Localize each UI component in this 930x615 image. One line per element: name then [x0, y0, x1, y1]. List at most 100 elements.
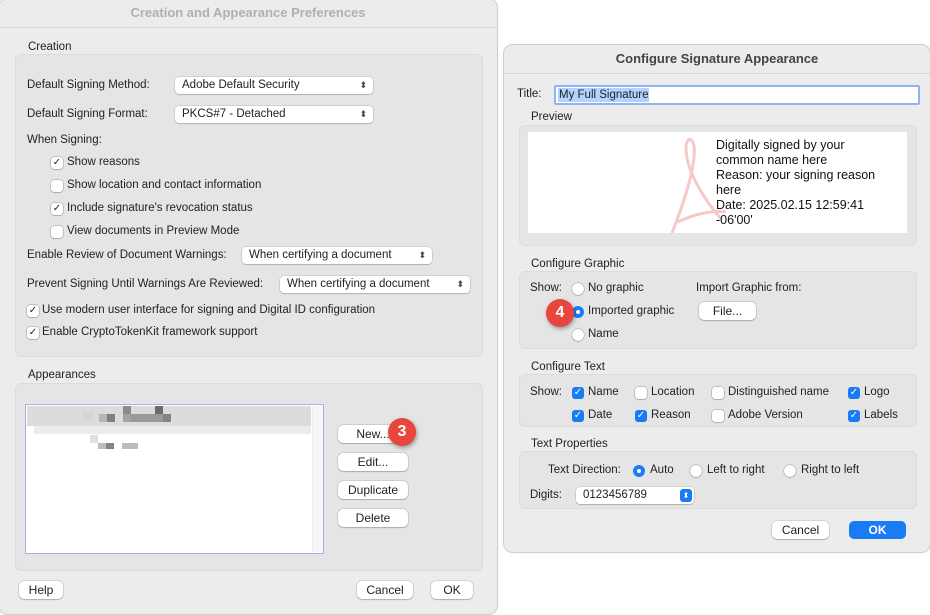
ok-button[interactable]: OK — [431, 581, 473, 599]
redacted-text — [90, 435, 98, 443]
preview-text: Digitally signed by your common name her… — [716, 138, 875, 228]
window-title: Configure Signature Appearance — [504, 45, 930, 74]
direction-ltr-radio[interactable] — [690, 465, 702, 477]
show-reasons-checkbox[interactable]: ✓ — [51, 157, 63, 169]
prevent-signing-select[interactable]: When certifying a document ⬍ — [280, 276, 470, 293]
preview-line: Reason: your signing reason — [716, 168, 876, 182]
enable-review-select[interactable]: When certifying a document ⬍ — [242, 247, 432, 264]
reason-checkbox[interactable]: ✓ — [635, 410, 647, 422]
help-button[interactable]: Help — [19, 581, 63, 599]
file-button[interactable]: File... — [699, 302, 756, 320]
redacted-text — [123, 414, 131, 422]
prevent-signing-value: When certifying a document — [287, 278, 430, 290]
title-input[interactable]: My Full Signature — [554, 85, 920, 105]
redacted-text — [107, 414, 115, 422]
step-badge-3: 3 — [388, 418, 416, 446]
distinguished-name-checkbox[interactable] — [712, 387, 724, 399]
adobe-version-checkbox-label: Adobe Version — [728, 409, 803, 421]
preview-line: here — [716, 183, 742, 197]
location-checkbox-label: Location — [651, 386, 695, 398]
ok-button[interactable]: OK — [849, 521, 906, 539]
title-input-value: My Full Signature — [558, 88, 650, 102]
default-signing-format-select[interactable]: PKCS#7 - Detached ⬍ — [175, 106, 373, 123]
when-signing-label: When Signing: — [27, 134, 102, 146]
direction-auto-label: Auto — [650, 464, 674, 476]
date-checkbox-label: Date — [588, 409, 613, 421]
window-title: Creation and Appearance Preferences — [0, 0, 497, 28]
cryptotokenkit-checkbox[interactable]: ✓ — [27, 327, 39, 339]
text-direction-label: Text Direction: — [548, 464, 621, 476]
modern-ui-label: Use modern user interface for signing an… — [42, 304, 376, 316]
signature-preview: Digitally signed by your common name her… — [528, 132, 907, 233]
name-checkbox-label: Name — [588, 386, 619, 398]
name-graphic-radio[interactable] — [572, 329, 584, 341]
duplicate-appearance-button[interactable]: Duplicate — [338, 481, 408, 499]
cryptotokenkit-label: Enable CryptoTokenKit framework support — [42, 326, 258, 338]
delete-appearance-button[interactable]: Delete — [338, 509, 408, 527]
chevron-updown-icon: ⬍ — [359, 80, 367, 90]
redacted-text — [106, 443, 114, 449]
digits-select[interactable]: 0123456789 ⬍ — [576, 487, 694, 504]
step-badge-4: 4 — [546, 299, 574, 327]
edit-appearance-button[interactable]: Edit... — [338, 453, 408, 471]
appearance-list-item[interactable] — [34, 426, 311, 434]
appearance-list-item[interactable] — [27, 406, 311, 426]
default-signing-format-value: PKCS#7 - Detached — [182, 108, 286, 120]
list-scrollbar[interactable] — [312, 406, 323, 552]
redacted-text — [155, 406, 163, 414]
name-checkbox[interactable]: ✓ — [572, 387, 584, 399]
digits-label: Digits: — [530, 489, 562, 501]
show-location-label: Show location and contact information — [67, 179, 262, 191]
direction-ltr-label: Left to right — [707, 464, 765, 476]
chevron-updown-icon: ⬍ — [418, 250, 426, 260]
modern-ui-checkbox[interactable]: ✓ — [27, 305, 39, 317]
distinguished-name-checkbox-label: Distinguished name — [728, 386, 830, 398]
labels-checkbox[interactable]: ✓ — [848, 410, 860, 422]
default-signing-method-value: Adobe Default Security — [182, 79, 300, 91]
cancel-button[interactable]: Cancel — [357, 581, 413, 599]
enable-review-label: Enable Review of Document Warnings: — [27, 249, 227, 261]
preview-mode-label: View documents in Preview Mode — [67, 225, 240, 237]
appearances-list[interactable] — [25, 404, 324, 554]
no-graphic-radio[interactable] — [572, 283, 584, 295]
import-graphic-label: Import Graphic from: — [696, 282, 802, 294]
location-checkbox[interactable] — [635, 387, 647, 399]
preview-line: -06'00' — [716, 213, 753, 227]
redacted-text — [99, 414, 107, 422]
configure-text-label: Configure Text — [531, 361, 605, 373]
default-signing-method-select[interactable]: Adobe Default Security ⬍ — [175, 77, 373, 94]
text-properties-label: Text Properties — [531, 438, 608, 450]
configure-graphic-label: Configure Graphic — [531, 258, 625, 270]
logo-checkbox-label: Logo — [864, 386, 890, 398]
configure-signature-appearance-window: Configure Signature Appearance Title: My… — [503, 44, 930, 553]
adobe-version-checkbox[interactable] — [712, 410, 724, 422]
creation-appearance-preferences-window: Creation and Appearance Preferences Crea… — [0, 0, 498, 615]
revocation-status-checkbox[interactable]: ✓ — [51, 203, 63, 215]
direction-rtl-label: Right to left — [801, 464, 860, 476]
redacted-text — [163, 414, 171, 422]
redacted-text — [98, 443, 106, 449]
chevron-updown-icon: ⬍ — [359, 109, 367, 119]
direction-rtl-radio[interactable] — [784, 465, 796, 477]
creation-section-label: Creation — [28, 41, 72, 53]
show-location-checkbox[interactable] — [51, 180, 63, 192]
direction-auto-radio[interactable] — [633, 465, 645, 477]
preview-mode-checkbox[interactable] — [51, 226, 63, 238]
date-checkbox[interactable]: ✓ — [572, 410, 584, 422]
preview-line: Date: 2025.02.15 12:59:41 — [716, 198, 865, 212]
cancel-button[interactable]: Cancel — [772, 521, 829, 539]
chevron-updown-icon: ⬍ — [680, 489, 692, 502]
show-reasons-label: Show reasons — [67, 156, 140, 168]
preview-group: Digitally signed by your common name her… — [519, 125, 917, 246]
graphic-show-label: Show: — [530, 282, 562, 294]
preview-label: Preview — [531, 111, 572, 123]
redacted-text — [83, 410, 93, 420]
no-graphic-label: No graphic — [588, 282, 644, 294]
preview-line: common name here — [716, 153, 828, 167]
imported-graphic-label: Imported graphic — [588, 305, 675, 317]
default-signing-format-label: Default Signing Format: — [27, 108, 148, 120]
redacted-text — [123, 406, 131, 414]
text-show-label: Show: — [530, 386, 562, 398]
preview-line: Digitally signed by your — [716, 138, 845, 152]
logo-checkbox[interactable]: ✓ — [848, 387, 860, 399]
